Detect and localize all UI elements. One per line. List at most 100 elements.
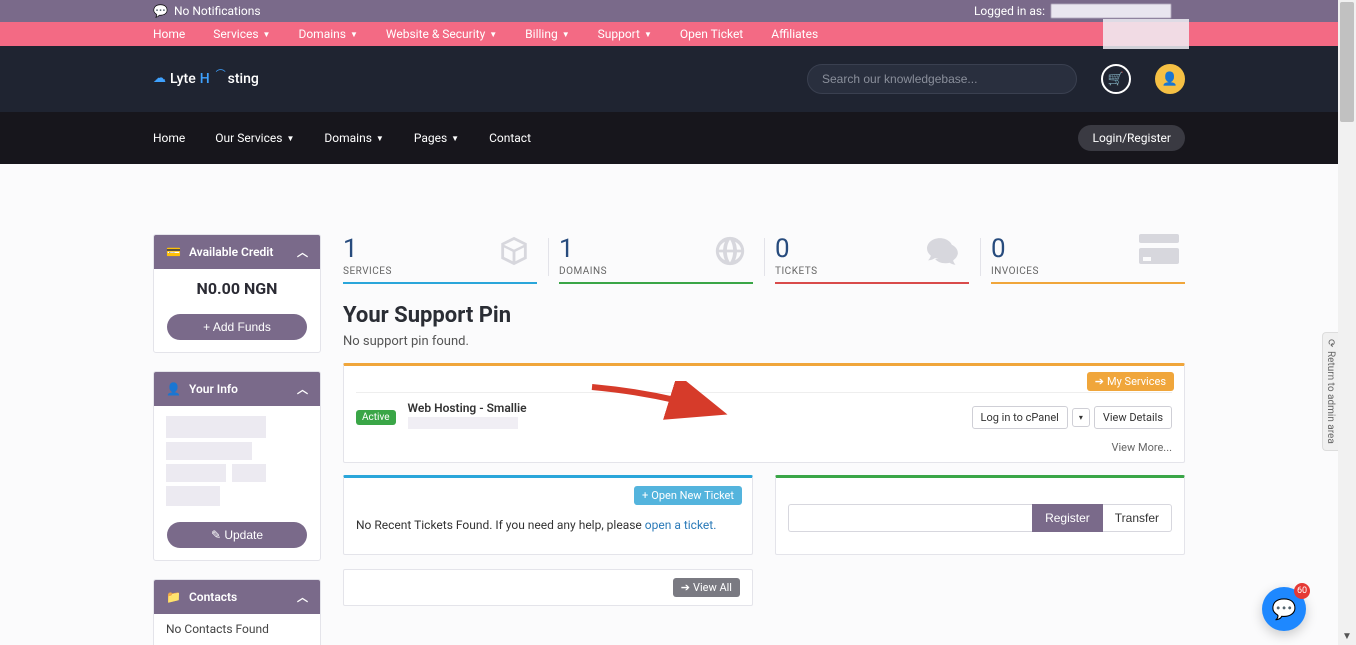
cart-button[interactable]: 🛒 <box>1101 64 1131 94</box>
chat-unread-badge: 60 <box>1294 583 1310 599</box>
recent-tickets-card: + Open New Ticket No Recent Tickets Foun… <box>343 475 753 555</box>
chevron-down-icon: ▼ <box>263 30 271 39</box>
status-badge-active: Active <box>356 410 396 425</box>
my-services-card: ➔ My Services Active Web Hosting - Small… <box>343 363 1185 463</box>
menu-home[interactable]: Home <box>153 27 185 41</box>
chat-icon: 💬 <box>153 4 168 18</box>
sidebar: 💳 Available Credit ︿ N0.00 NGN + Add Fun… <box>153 234 321 645</box>
contacts-empty-text: No Contacts Found <box>154 614 320 644</box>
arrow-right-icon: ➔ <box>1095 375 1104 388</box>
globe-icon <box>713 234 747 276</box>
nav-domains[interactable]: Domains ▼ <box>324 131 383 145</box>
logged-in-as: Logged in as: <box>974 4 1171 18</box>
available-credit-header[interactable]: 💳 Available Credit ︿ <box>154 235 320 269</box>
service-domain-redacted <box>408 417 518 429</box>
plus-icon: + <box>203 320 210 334</box>
menu-support[interactable]: Support ▼ <box>598 27 652 41</box>
stat-tickets[interactable]: 0 TICKETS <box>775 234 969 281</box>
chevron-up-icon: ︿ <box>297 244 308 260</box>
logged-in-user-redacted <box>1051 4 1171 18</box>
account-button[interactable]: 👤 <box>1155 64 1185 94</box>
menu-open-ticket[interactable]: Open Ticket <box>680 27 743 41</box>
domain-input[interactable] <box>788 504 1032 532</box>
service-title: Web Hosting - Smallie <box>408 401 527 415</box>
chat-widget-button[interactable]: 💬 60 <box>1262 587 1306 631</box>
login-cpanel-button[interactable]: Log in to cPanel <box>972 406 1068 429</box>
cloud-icon: ☁ <box>153 71 166 86</box>
chevron-down-icon: ▼ <box>350 30 358 39</box>
search-input[interactable] <box>822 72 1062 86</box>
support-pin-heading: Your Support Pin <box>343 303 1185 328</box>
your-info-redacted <box>154 406 320 516</box>
nav-our-services[interactable]: Our Services ▼ <box>215 131 294 145</box>
my-services-button[interactable]: ➔ My Services <box>1087 372 1174 391</box>
page-scrollbar[interactable]: ▼ <box>1338 0 1356 645</box>
menu-affiliates[interactable]: Affiliates <box>771 27 818 41</box>
stat-invoices[interactable]: 0 INVOICES <box>991 234 1185 281</box>
nav-home[interactable]: Home <box>153 131 185 145</box>
nav-pages[interactable]: Pages ▼ <box>414 131 459 145</box>
nav-contact[interactable]: Contact <box>489 131 531 145</box>
chevron-down-icon: ▼ <box>451 134 459 143</box>
chevron-down-icon: ▼ <box>644 30 652 39</box>
stat-domains[interactable]: 1 DOMAINS <box>559 234 753 281</box>
cube-icon <box>497 234 531 276</box>
main-column: 1 SERVICES 1 DOMAINS <box>343 234 1185 645</box>
view-more-services-link[interactable]: View More... <box>356 441 1172 454</box>
notifications-text: No Notifications <box>174 4 261 18</box>
register-domain-button[interactable]: Register <box>1032 504 1103 532</box>
support-pin-none: No support pin found. <box>343 334 1185 349</box>
view-all-tickets-card: ➔ View All <box>343 569 753 606</box>
service-row: Active Web Hosting - Smallie Log in to c… <box>356 392 1172 433</box>
pencil-icon: ✎ <box>211 528 221 542</box>
your-info-header[interactable]: 👤 Your Info ︿ <box>154 372 320 406</box>
chevron-down-icon: ▾ <box>1079 413 1083 422</box>
user-lock-icon: 👤 <box>1162 72 1178 87</box>
chevron-up-icon: ︿ <box>297 381 308 397</box>
cart-icon: 🛒 <box>1108 72 1124 87</box>
scrollbar-thumb[interactable] <box>1340 2 1354 122</box>
chevron-down-icon: ▼ <box>376 134 384 143</box>
plus-icon: + <box>642 489 648 502</box>
header-band: ☁ LyteH⌒sting 🛒 👤 <box>0 46 1338 112</box>
stats-row: 1 SERVICES 1 DOMAINS <box>343 234 1185 281</box>
transfer-domain-button[interactable]: Transfer <box>1103 504 1172 532</box>
view-details-button[interactable]: View Details <box>1094 406 1172 429</box>
your-info-card: 👤 Your Info ︿ ✎ Update <box>153 371 321 561</box>
credit-amount: N0.00 NGN <box>154 269 320 308</box>
login-cpanel-dropdown[interactable]: ▾ <box>1072 408 1090 427</box>
menu-billing[interactable]: Billing ▼ <box>525 27 569 41</box>
knowledgebase-search[interactable] <box>807 64 1077 94</box>
open-ticket-link[interactable]: open a ticket. <box>645 518 717 532</box>
page-body: 💳 Available Credit ︿ N0.00 NGN + Add Fun… <box>0 164 1338 645</box>
wifi-icon: ⌒ <box>216 66 226 81</box>
chevron-up-icon: ︿ <box>297 589 308 605</box>
contacts-header[interactable]: 📁 Contacts ︿ <box>154 580 320 614</box>
site-navbar: Home Our Services ▼ Domains ▼ Pages ▼ Co… <box>0 112 1338 164</box>
chevron-down-icon: ▼ <box>489 30 497 39</box>
credit-card-icon: 💳 <box>166 245 181 259</box>
return-to-admin-tab[interactable]: ⟳ Return to admin area <box>1322 332 1338 451</box>
view-all-button[interactable]: ➔ View All <box>673 578 740 597</box>
update-info-button[interactable]: ✎ Update <box>167 522 307 548</box>
chevron-down-icon: ▼ <box>562 30 570 39</box>
brand-logo[interactable]: ☁ LyteH⌒sting <box>153 71 259 87</box>
menu-website-security[interactable]: Website & Security ▼ <box>386 27 497 41</box>
user-icon: 👤 <box>166 382 181 396</box>
stat-services[interactable]: 1 SERVICES <box>343 234 537 281</box>
scroll-down-arrow[interactable]: ▼ <box>1338 627 1356 645</box>
notifications-indicator[interactable]: 💬 No Notifications <box>153 4 261 18</box>
login-register-button[interactable]: Login/Register <box>1078 125 1185 151</box>
available-credit-card: 💳 Available Credit ︿ N0.00 NGN + Add Fun… <box>153 234 321 353</box>
menu-services[interactable]: Services ▼ <box>213 27 270 41</box>
menu-domains[interactable]: Domains ▼ <box>298 27 357 41</box>
tickets-empty-text: No Recent Tickets Found. If you need any… <box>356 516 740 534</box>
credit-card-icon <box>1139 234 1179 272</box>
redacted-overlay <box>1103 19 1189 49</box>
chevron-down-icon: ▼ <box>286 134 294 143</box>
comments-icon <box>927 234 963 276</box>
open-new-ticket-button[interactable]: + Open New Ticket <box>634 486 742 505</box>
add-funds-button[interactable]: + Add Funds <box>167 314 307 340</box>
arrow-right-icon: ➔ <box>681 581 690 594</box>
domain-register-card: Register Transfer <box>775 475 1185 555</box>
